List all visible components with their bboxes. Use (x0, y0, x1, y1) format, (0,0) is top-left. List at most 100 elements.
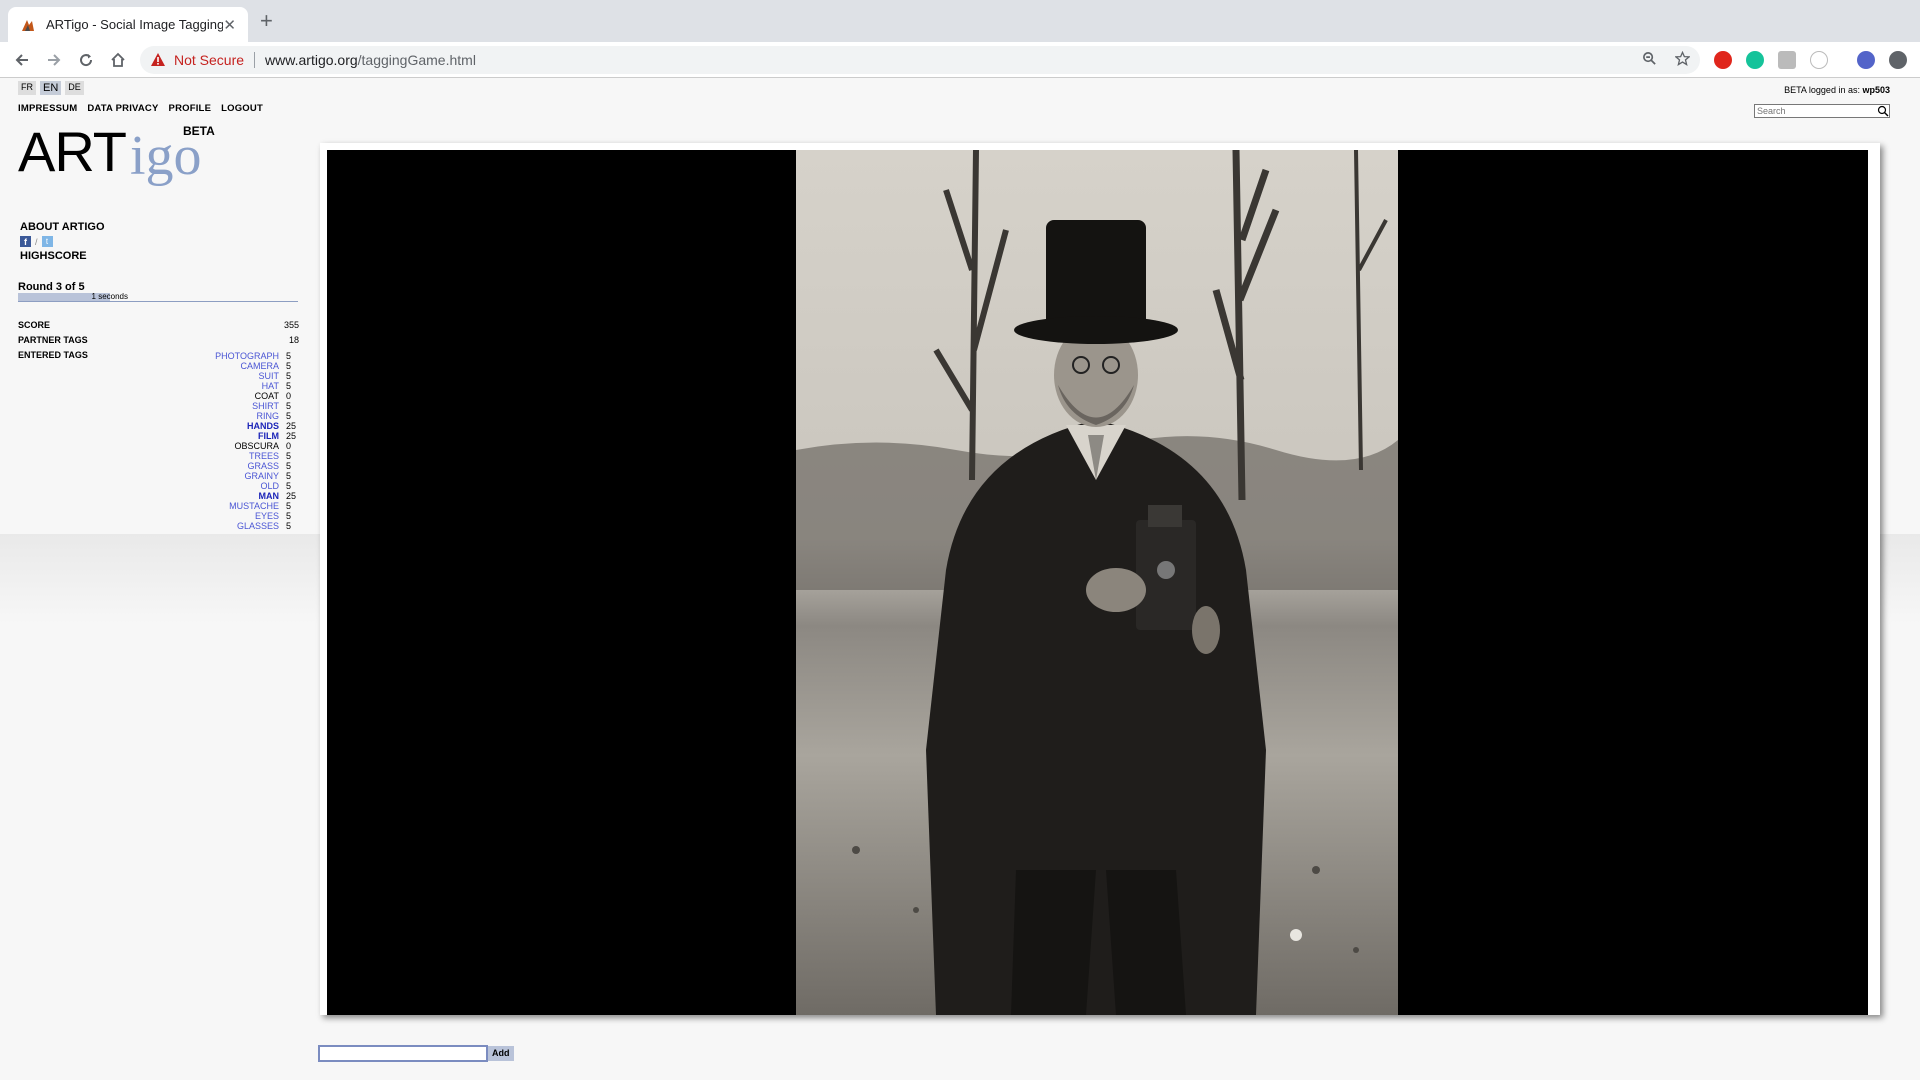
timer-text: 1 seconds (91, 292, 128, 301)
tag-name[interactable]: HAT (262, 381, 279, 391)
highscore-link[interactable]: HIGHSCORE (20, 250, 87, 262)
tag-entry: Add (318, 1045, 514, 1062)
tag-name[interactable]: MUSTACHE (229, 501, 279, 511)
tag-name[interactable]: RING (257, 411, 280, 421)
browser-toolbar: Not Secure www.artigo.org/taggingGame.ht… (0, 42, 1920, 78)
tag-name[interactable]: GLASSES (237, 521, 279, 531)
browser-tab-bar: ARTigo - Social Image Tagging ✕ + (0, 0, 1920, 42)
tag-score: 5 (286, 451, 292, 461)
tag-row: GRAINY 5 (180, 471, 299, 481)
entered-tags-list: PHOTOGRAPH 5 CAMERA 5 SUIT 5 HAT 5 COAT 0 SHIRT 5 RI… (180, 351, 299, 531)
tag-row: OLD 5 (180, 481, 299, 491)
artigo-logo[interactable]: ART igo BETA (18, 124, 218, 194)
language-switcher: FR EN DE (18, 81, 84, 95)
tag-row: CAMERA 5 (180, 361, 299, 371)
partner-tags-label: PARTNER TAGS (18, 335, 88, 345)
about-link[interactable]: ABOUT ARTIGO (20, 221, 105, 233)
top-navigation: IMPRESSUM DATA PRIVACY PROFILE LOGOUT (18, 103, 263, 114)
tag-score: 5 (286, 381, 292, 391)
lang-fr[interactable]: FR (18, 81, 36, 95)
extension-icon[interactable] (1810, 51, 1828, 69)
tag-row: HAT 5 (180, 381, 299, 391)
tag-row: HANDS 25 (180, 421, 299, 431)
tag-row: SHIRT 5 (180, 401, 299, 411)
tag-name[interactable]: GRASS (247, 461, 279, 471)
logo-art-text: ART (18, 120, 127, 183)
grammarly-extension-icon[interactable] (1746, 51, 1764, 69)
facebook-icon[interactable]: f (20, 236, 31, 247)
social-links: f / t (20, 236, 53, 247)
tag-score: 0 (286, 391, 292, 401)
tag-name[interactable]: GRAINY (244, 471, 279, 481)
score-value: 355 (283, 320, 299, 330)
tag-name[interactable]: PHOTOGRAPH (215, 351, 279, 361)
tag-name[interactable]: FILM (258, 431, 279, 441)
tag-row: OBSCURA 0 (180, 441, 299, 451)
nav-logout[interactable]: LOGOUT (221, 103, 263, 114)
tag-score: 5 (286, 401, 292, 411)
image-stage (327, 150, 1868, 1015)
back-arrow-icon[interactable] (10, 48, 34, 72)
tag-name[interactable]: TREES (249, 451, 279, 461)
timer-bar: 1 seconds (18, 293, 298, 302)
tag-score: 5 (286, 411, 292, 421)
tag-name[interactable]: OBSCURA (234, 441, 279, 451)
login-username: wp503 (1862, 85, 1890, 95)
nav-impressum[interactable]: IMPRESSUM (18, 103, 77, 114)
tag-row: FILM 25 (180, 431, 299, 441)
login-status: BETA logged in as: wp503 (1784, 85, 1890, 95)
tag-name[interactable]: HANDS (247, 421, 279, 431)
tag-name[interactable]: COAT (255, 391, 279, 401)
score-row: SCORE 355 (18, 320, 299, 330)
nav-data-privacy[interactable]: DATA PRIVACY (87, 103, 158, 114)
tag-score: 5 (286, 511, 292, 521)
partner-tags-row: PARTNER TAGS 18 (18, 335, 299, 345)
new-tab-button[interactable]: + (260, 10, 273, 32)
tag-input[interactable] (318, 1045, 488, 1062)
tag-row: GRASS 5 (180, 461, 299, 471)
translate-extension-icon[interactable] (1778, 51, 1796, 69)
update-icon[interactable] (1889, 51, 1907, 69)
lang-en[interactable]: EN (40, 81, 62, 95)
tag-row: EYES 5 (180, 511, 299, 521)
tag-score: 25 (286, 421, 297, 431)
image-frame (320, 143, 1880, 1015)
twitter-icon[interactable]: t (41, 236, 53, 247)
artwork-photograph (796, 150, 1398, 1015)
tag-row: GLASSES 5 (180, 521, 299, 531)
tag-score: 5 (286, 361, 292, 371)
tag-score: 5 (286, 521, 292, 531)
search-icon[interactable] (1877, 105, 1889, 117)
tag-row: MAN 25 (180, 491, 299, 501)
lang-de[interactable]: DE (65, 81, 84, 95)
bookmark-star-icon[interactable] (1674, 50, 1691, 70)
address-bar[interactable]: Not Secure www.artigo.org/taggingGame.ht… (140, 46, 1700, 74)
opera-extension-icon[interactable] (1714, 51, 1732, 69)
tab-close-icon[interactable]: ✕ (223, 16, 236, 34)
tag-score: 5 (286, 471, 292, 481)
tag-score: 0 (286, 441, 292, 451)
tag-name[interactable]: OLD (260, 481, 279, 491)
tag-name[interactable]: EYES (255, 511, 279, 521)
home-icon[interactable] (106, 48, 130, 72)
social-separator: / (35, 236, 38, 247)
search-input[interactable] (1755, 106, 1877, 116)
nav-profile[interactable]: PROFILE (169, 103, 212, 114)
browser-tab[interactable]: ARTigo - Social Image Tagging ✕ (8, 7, 248, 42)
tag-name[interactable]: MAN (259, 491, 280, 501)
tag-name[interactable]: SUIT (258, 371, 279, 381)
profile-avatar-icon[interactable] (1857, 51, 1875, 69)
tag-row: TREES 5 (180, 451, 299, 461)
score-label: SCORE (18, 320, 51, 330)
tag-name[interactable]: CAMERA (240, 361, 279, 371)
tag-score: 5 (286, 351, 292, 361)
forward-arrow-icon[interactable] (42, 48, 66, 72)
zoom-icon[interactable] (1642, 51, 1657, 70)
add-tag-button[interactable]: Add (488, 1046, 514, 1061)
security-status[interactable]: Not Secure (174, 52, 244, 68)
tag-score: 5 (286, 501, 292, 511)
reload-icon[interactable] (74, 48, 98, 72)
tag-score: 5 (286, 461, 292, 471)
tag-name[interactable]: SHIRT (252, 401, 279, 411)
tag-row: SUIT 5 (180, 371, 299, 381)
